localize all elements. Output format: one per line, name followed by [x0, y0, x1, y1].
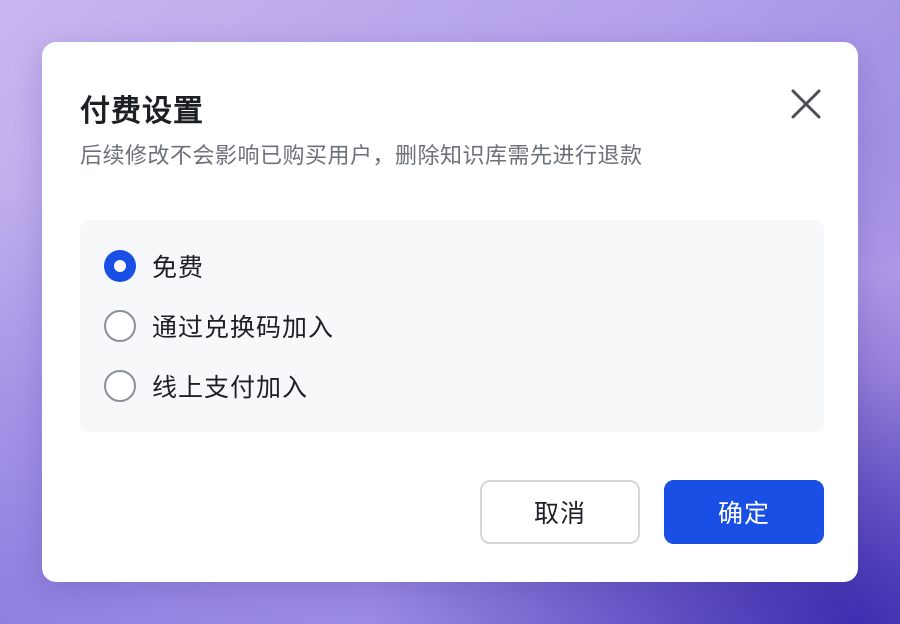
close-icon[interactable]	[790, 88, 822, 120]
option-label: 免费	[152, 253, 205, 282]
confirm-button[interactable]: 确定	[664, 480, 824, 544]
payment-options-group: 免费 通过兑换码加入 线上支付加入	[80, 220, 824, 432]
dialog-subtitle: 后续修改不会影响已购买用户，删除知识库需先进行退款	[80, 144, 643, 169]
radio-unchecked-icon[interactable]	[104, 310, 136, 342]
radio-unchecked-icon[interactable]	[104, 370, 136, 402]
option-online-payment[interactable]: 线上支付加入	[104, 368, 308, 404]
option-free[interactable]: 免费	[104, 248, 204, 284]
payment-settings-dialog: 付费设置 后续修改不会影响已购买用户，删除知识库需先进行退款 免费 通过兑换码加…	[42, 42, 858, 582]
radio-checked-icon[interactable]	[104, 250, 136, 282]
option-redeem-code[interactable]: 通过兑换码加入	[104, 308, 334, 344]
option-label: 通过兑换码加入	[152, 313, 335, 342]
dialog-title: 付费设置	[80, 94, 204, 129]
option-label: 线上支付加入	[152, 373, 309, 402]
cancel-button[interactable]: 取消	[480, 480, 640, 544]
